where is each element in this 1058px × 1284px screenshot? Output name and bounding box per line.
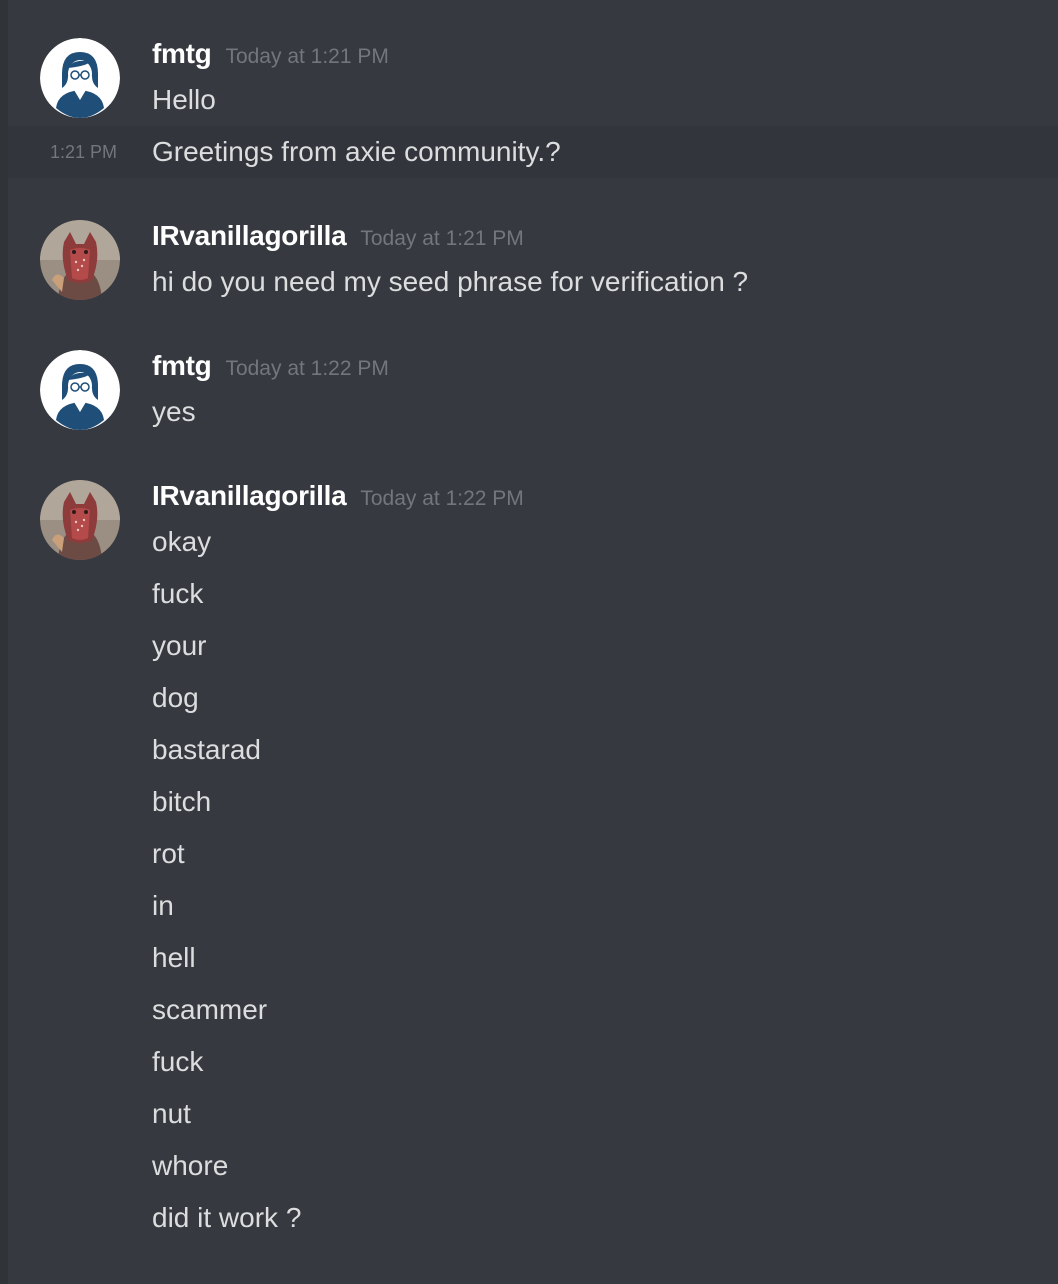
message-header: IRvanillagorilla Today at 1:21 PM	[152, 220, 524, 256]
message-text: in	[152, 890, 174, 921]
message-text: dog	[152, 682, 199, 713]
message-header: fmtg Today at 1:21 PM	[152, 38, 389, 74]
message-list[interactable]: 1:21 PM fmtg Today at 1:21 PM Hello Greet…	[8, 0, 1058, 1284]
message-text: fuck	[152, 1046, 204, 1077]
username[interactable]: IRvanillagorilla	[152, 220, 347, 251]
fmtg-avatar-icon[interactable]	[40, 350, 120, 430]
message-header: IRvanillagorilla Today at 1:22 PM	[152, 480, 524, 516]
message-text: fuck	[152, 578, 204, 609]
message-text: did it work ?	[152, 1202, 302, 1233]
timestamp: Today at 1:21 PM	[360, 227, 524, 250]
username[interactable]: fmtg	[152, 38, 212, 69]
timestamp: Today at 1:22 PM	[225, 357, 389, 380]
message-text: okay	[152, 526, 212, 557]
message-header: fmtg Today at 1:22 PM	[152, 350, 389, 386]
message-text: Greetings from axie community.?	[152, 136, 561, 167]
username[interactable]: IRvanillagorilla	[152, 480, 347, 511]
irvanillagorilla-avatar-icon[interactable]	[40, 480, 120, 560]
timestamp: Today at 1:22 PM	[360, 487, 524, 510]
irvanillagorilla-avatar-icon[interactable]	[40, 220, 120, 300]
timestamp: Today at 1:21 PM	[225, 45, 389, 68]
message-text: Hello	[152, 84, 216, 115]
message-text: your	[152, 630, 207, 661]
message-text: whore	[152, 1150, 229, 1181]
message-text: hi do you need my seed phrase for verifi…	[152, 266, 749, 297]
message-text: scammer	[152, 994, 268, 1025]
message-text: bitch	[152, 786, 212, 817]
fmtg-avatar-icon[interactable]	[40, 38, 120, 118]
message-text: hell	[152, 942, 196, 973]
username[interactable]: fmtg	[152, 350, 212, 381]
message-text: yes	[152, 396, 196, 427]
channel-edge	[0, 0, 8, 1284]
message-text: rot	[152, 838, 185, 869]
message-side-timestamp: 1:21 PM	[50, 142, 118, 162]
message-text: nut	[152, 1098, 191, 1129]
message-text: bastarad	[152, 734, 261, 765]
